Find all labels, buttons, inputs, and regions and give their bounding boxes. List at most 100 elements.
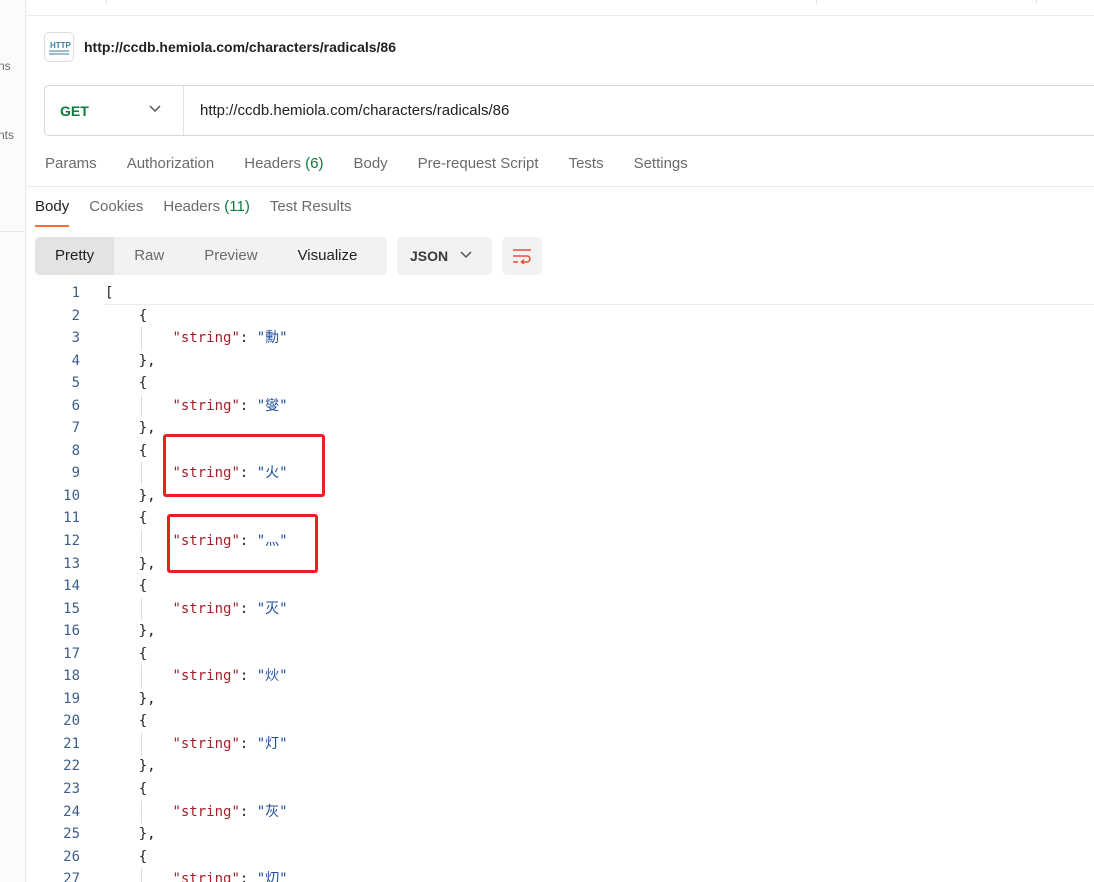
indent-guide [141,597,142,621]
json-key: "string" [172,397,240,414]
code-text: }, [105,487,156,504]
view-preview-button[interactable]: Preview [184,237,277,275]
chevron-down-icon [460,251,472,259]
view-mode-selector: Pretty Raw Preview Visualize [35,237,387,275]
code-text: { [105,510,148,527]
request-tabs: Params Authorization Headers (6) Body Pr… [45,155,718,177]
code-line: 20 { [26,710,1094,733]
line-number: 18 [63,668,80,685]
view-pretty-button[interactable]: Pretty [35,237,115,275]
view-raw-button[interactable]: Raw [114,237,184,275]
tab-pre-request-script[interactable]: Pre-request Script [418,155,539,177]
wrap-lines-icon [513,249,531,264]
tab-tests[interactable]: Tests [569,155,604,177]
line-number: 17 [63,645,80,662]
code-text: [ [105,285,114,301]
json-value: "勳" [256,330,288,347]
json-key: "string" [172,803,240,820]
code-line: 21 "string": "灯" [26,733,1094,756]
url-input[interactable]: http://ccdb.hemiola.com/characters/radic… [200,86,509,135]
sidebar-fragment[interactable]: ns [0,59,11,73]
line-number: 16 [63,623,80,640]
line-number: 20 [63,713,80,730]
response-tab-headers[interactable]: Headers (11) [163,197,249,227]
json-value: "灰" [256,803,288,820]
json-value: "灱" [256,871,288,882]
code-line: 23 { [26,778,1094,801]
code-text: "string": "灭" [172,600,288,617]
method-select[interactable]: GET [45,86,184,135]
response-headers-count: (11) [224,198,250,215]
code-line: 22 }, [26,755,1094,778]
json-key: "string" [172,871,240,882]
line-number: 26 [63,848,80,865]
request-title[interactable]: http://ccdb.hemiola.com/characters/radic… [84,39,396,55]
tab-headers[interactable]: Headers (6) [244,155,323,177]
line-number: 5 [71,375,80,392]
line-number: 15 [63,600,80,617]
line-number: 9 [71,465,80,482]
line-number: 4 [71,352,80,369]
line-number: 11 [63,510,80,527]
code-line: 3 "string": "勳" [26,327,1094,350]
code-line: 27 "string": "灱" [26,868,1094,882]
tab-strip [26,0,1094,16]
line-number: 10 [63,487,80,504]
line-number: 19 [63,690,80,707]
tab-settings[interactable]: Settings [634,155,688,177]
line-number: 1 [71,285,80,301]
code-text: }, [105,623,156,640]
response-tab-body[interactable]: Body [35,197,70,227]
code-line: 2 { [26,305,1094,328]
line-number: 3 [71,330,80,347]
code-text: { [105,781,148,798]
wrap-lines-button[interactable] [502,237,542,275]
indent-guide [141,327,142,350]
code-text: { [105,578,148,595]
indent-guide [141,733,142,756]
line-number: 23 [63,781,80,798]
url-bar: GET http://ccdb.hemiola.com/characters/r… [44,85,1094,136]
line-number: 7 [71,420,80,437]
tab-body[interactable]: Body [353,155,387,177]
code-line: 6 "string": "燮" [26,395,1094,418]
response-tabs: Body Cookies Headers (11) Test Results [35,197,372,227]
sidebar-fragment[interactable]: nts [0,128,14,142]
indent-guide [141,462,142,485]
response-tab-cookies[interactable]: Cookies [89,197,143,227]
code-text: { [105,442,148,459]
left-sidebar: ns nts [0,0,26,882]
code-line: 15 "string": "灭" [26,598,1094,621]
divider [26,186,1094,187]
highlight-box [167,514,318,573]
format-select[interactable]: JSON [397,237,492,275]
code-text: { [105,375,148,392]
line-number: 6 [71,397,80,414]
code-line: 5 { [26,372,1094,395]
line-number: 14 [63,578,80,595]
indent-guide [141,394,142,418]
indent-guide [141,800,142,824]
json-key: "string" [172,600,240,617]
sidebar-divider [0,231,25,232]
line-number: 25 [63,826,80,843]
json-key: "string" [172,668,240,685]
tab-params[interactable]: Params [45,155,97,177]
code-line: 18 "string": "炏" [26,665,1094,688]
indent-guide [141,530,142,553]
code-text: { [105,848,148,865]
method-label: GET [60,102,89,119]
response-body-editor[interactable]: 1[2 {3 "string": "勳" 4 }, 5 {6 "string": "… [26,282,1094,882]
code-text: "string": "炏" [172,668,288,685]
tab-authorization[interactable]: Authorization [127,155,215,177]
line-number: 13 [63,555,80,572]
json-value: "燮" [256,397,288,414]
code-text: "string": "灯" [172,735,288,752]
format-label: JSON [410,248,449,264]
code-text: }, [105,555,156,572]
response-tab-test-results[interactable]: Test Results [270,197,352,227]
view-visualize-button[interactable]: Visualize [278,237,378,275]
code-text: }, [105,758,156,775]
code-line: 4 }, [26,350,1094,373]
line-number: 8 [71,442,80,459]
